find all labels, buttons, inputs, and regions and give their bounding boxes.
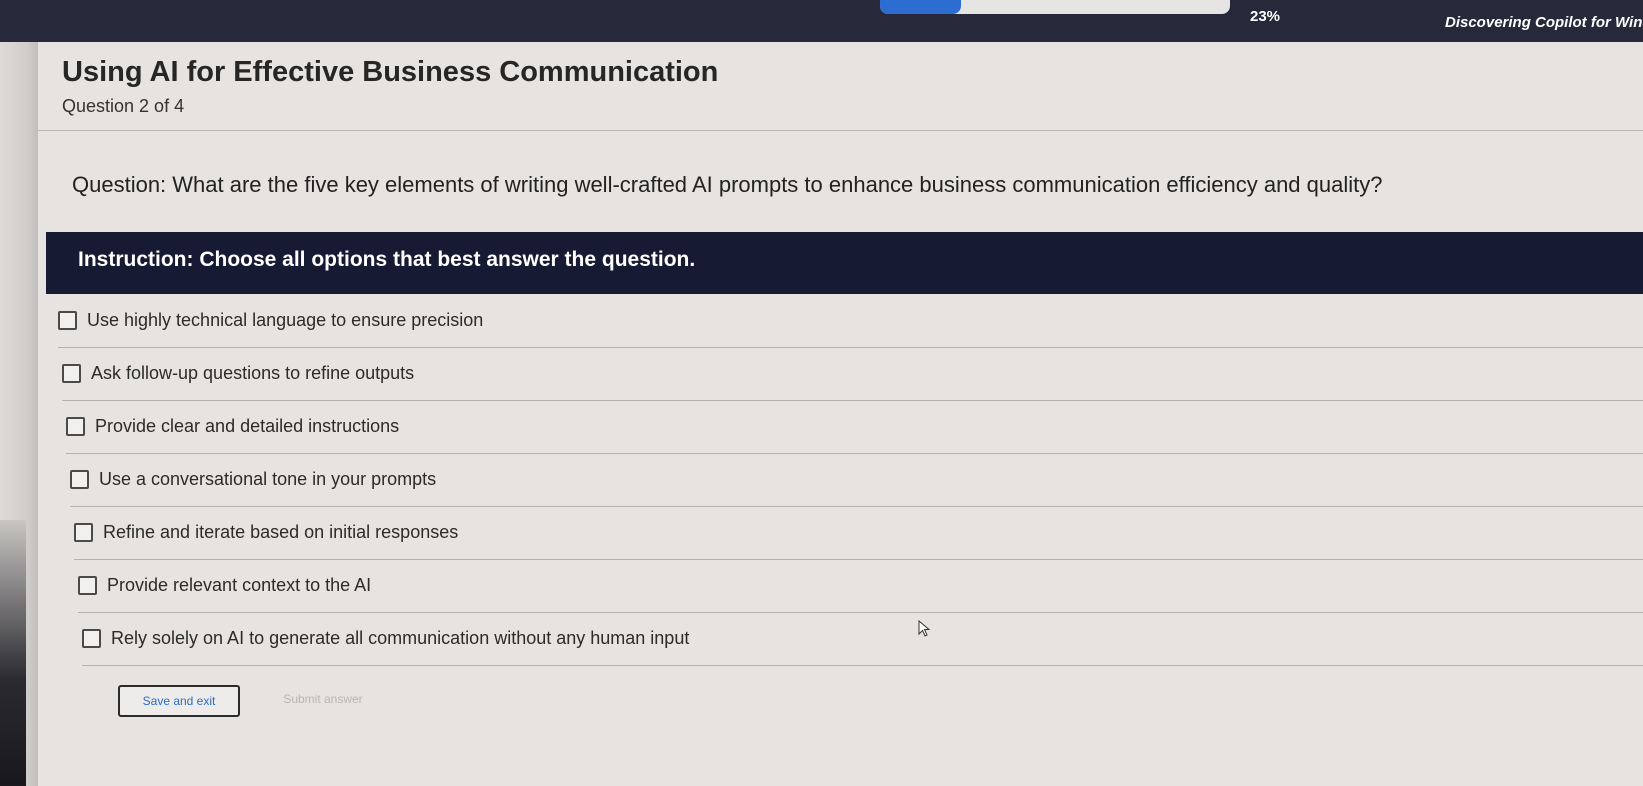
- option-1[interactable]: Use highly technical language to ensure …: [58, 294, 1643, 348]
- option-3[interactable]: Provide clear and detailed instructions: [66, 400, 1643, 454]
- checkbox[interactable]: [78, 576, 97, 595]
- option-label: Provide relevant context to the AI: [107, 575, 372, 595]
- question-text: Question: What are the five key elements…: [72, 172, 1383, 197]
- option-label: Provide clear and detailed instructions: [95, 416, 400, 436]
- question-counter: Question 2 of 4: [62, 96, 185, 116]
- option-label: Rely solely on AI to generate all commun…: [111, 628, 690, 648]
- instruction-banner: Instruction: Choose all options that bes…: [46, 232, 1643, 294]
- option-label: Use highly technical language to ensure …: [87, 310, 484, 330]
- checkbox[interactable]: [70, 470, 89, 489]
- checkbox[interactable]: [82, 629, 101, 648]
- instruction-text: Instruction: Choose all options that bes…: [78, 248, 696, 271]
- quiz-title: Using AI for Effective Business Communic…: [62, 56, 719, 88]
- quiz-card: Using AI for Effective Business Communic…: [38, 42, 1643, 786]
- option-label: Ask follow-up questions to refine output…: [91, 363, 415, 383]
- left-edge-shadow: [0, 520, 26, 786]
- checkbox[interactable]: [62, 364, 81, 383]
- progress-header: 23% Discovering Copilot for Wind: [0, 0, 1643, 42]
- option-4[interactable]: Use a conversational tone in your prompt…: [70, 453, 1643, 507]
- option-7[interactable]: Rely solely on AI to generate all commun…: [82, 612, 1643, 666]
- option-2[interactable]: Ask follow-up questions to refine output…: [62, 347, 1643, 401]
- option-5[interactable]: Refine and iterate based on initial resp…: [74, 506, 1643, 560]
- divider: [38, 130, 1643, 131]
- option-6[interactable]: Provide relevant context to the AI: [78, 559, 1643, 613]
- mouse-cursor-icon: [918, 620, 931, 637]
- checkbox[interactable]: [58, 311, 77, 330]
- progress-bar: [880, 0, 1230, 14]
- option-label: Refine and iterate based on initial resp…: [103, 522, 459, 542]
- checkbox[interactable]: [74, 523, 93, 542]
- quiz-page: 23% Discovering Copilot for Wind Using A…: [0, 0, 1643, 786]
- checkbox[interactable]: [66, 417, 85, 436]
- option-label: Use a conversational tone in your prompt…: [99, 469, 437, 489]
- submit-answer-button[interactable]: Submit answer: [268, 685, 378, 713]
- progress-percent: 23%: [1250, 8, 1281, 25]
- progress-bar-fill: [880, 0, 961, 14]
- save-and-exit-button[interactable]: Save and exit: [118, 685, 240, 717]
- course-title: Discovering Copilot for Wind: [1445, 14, 1643, 31]
